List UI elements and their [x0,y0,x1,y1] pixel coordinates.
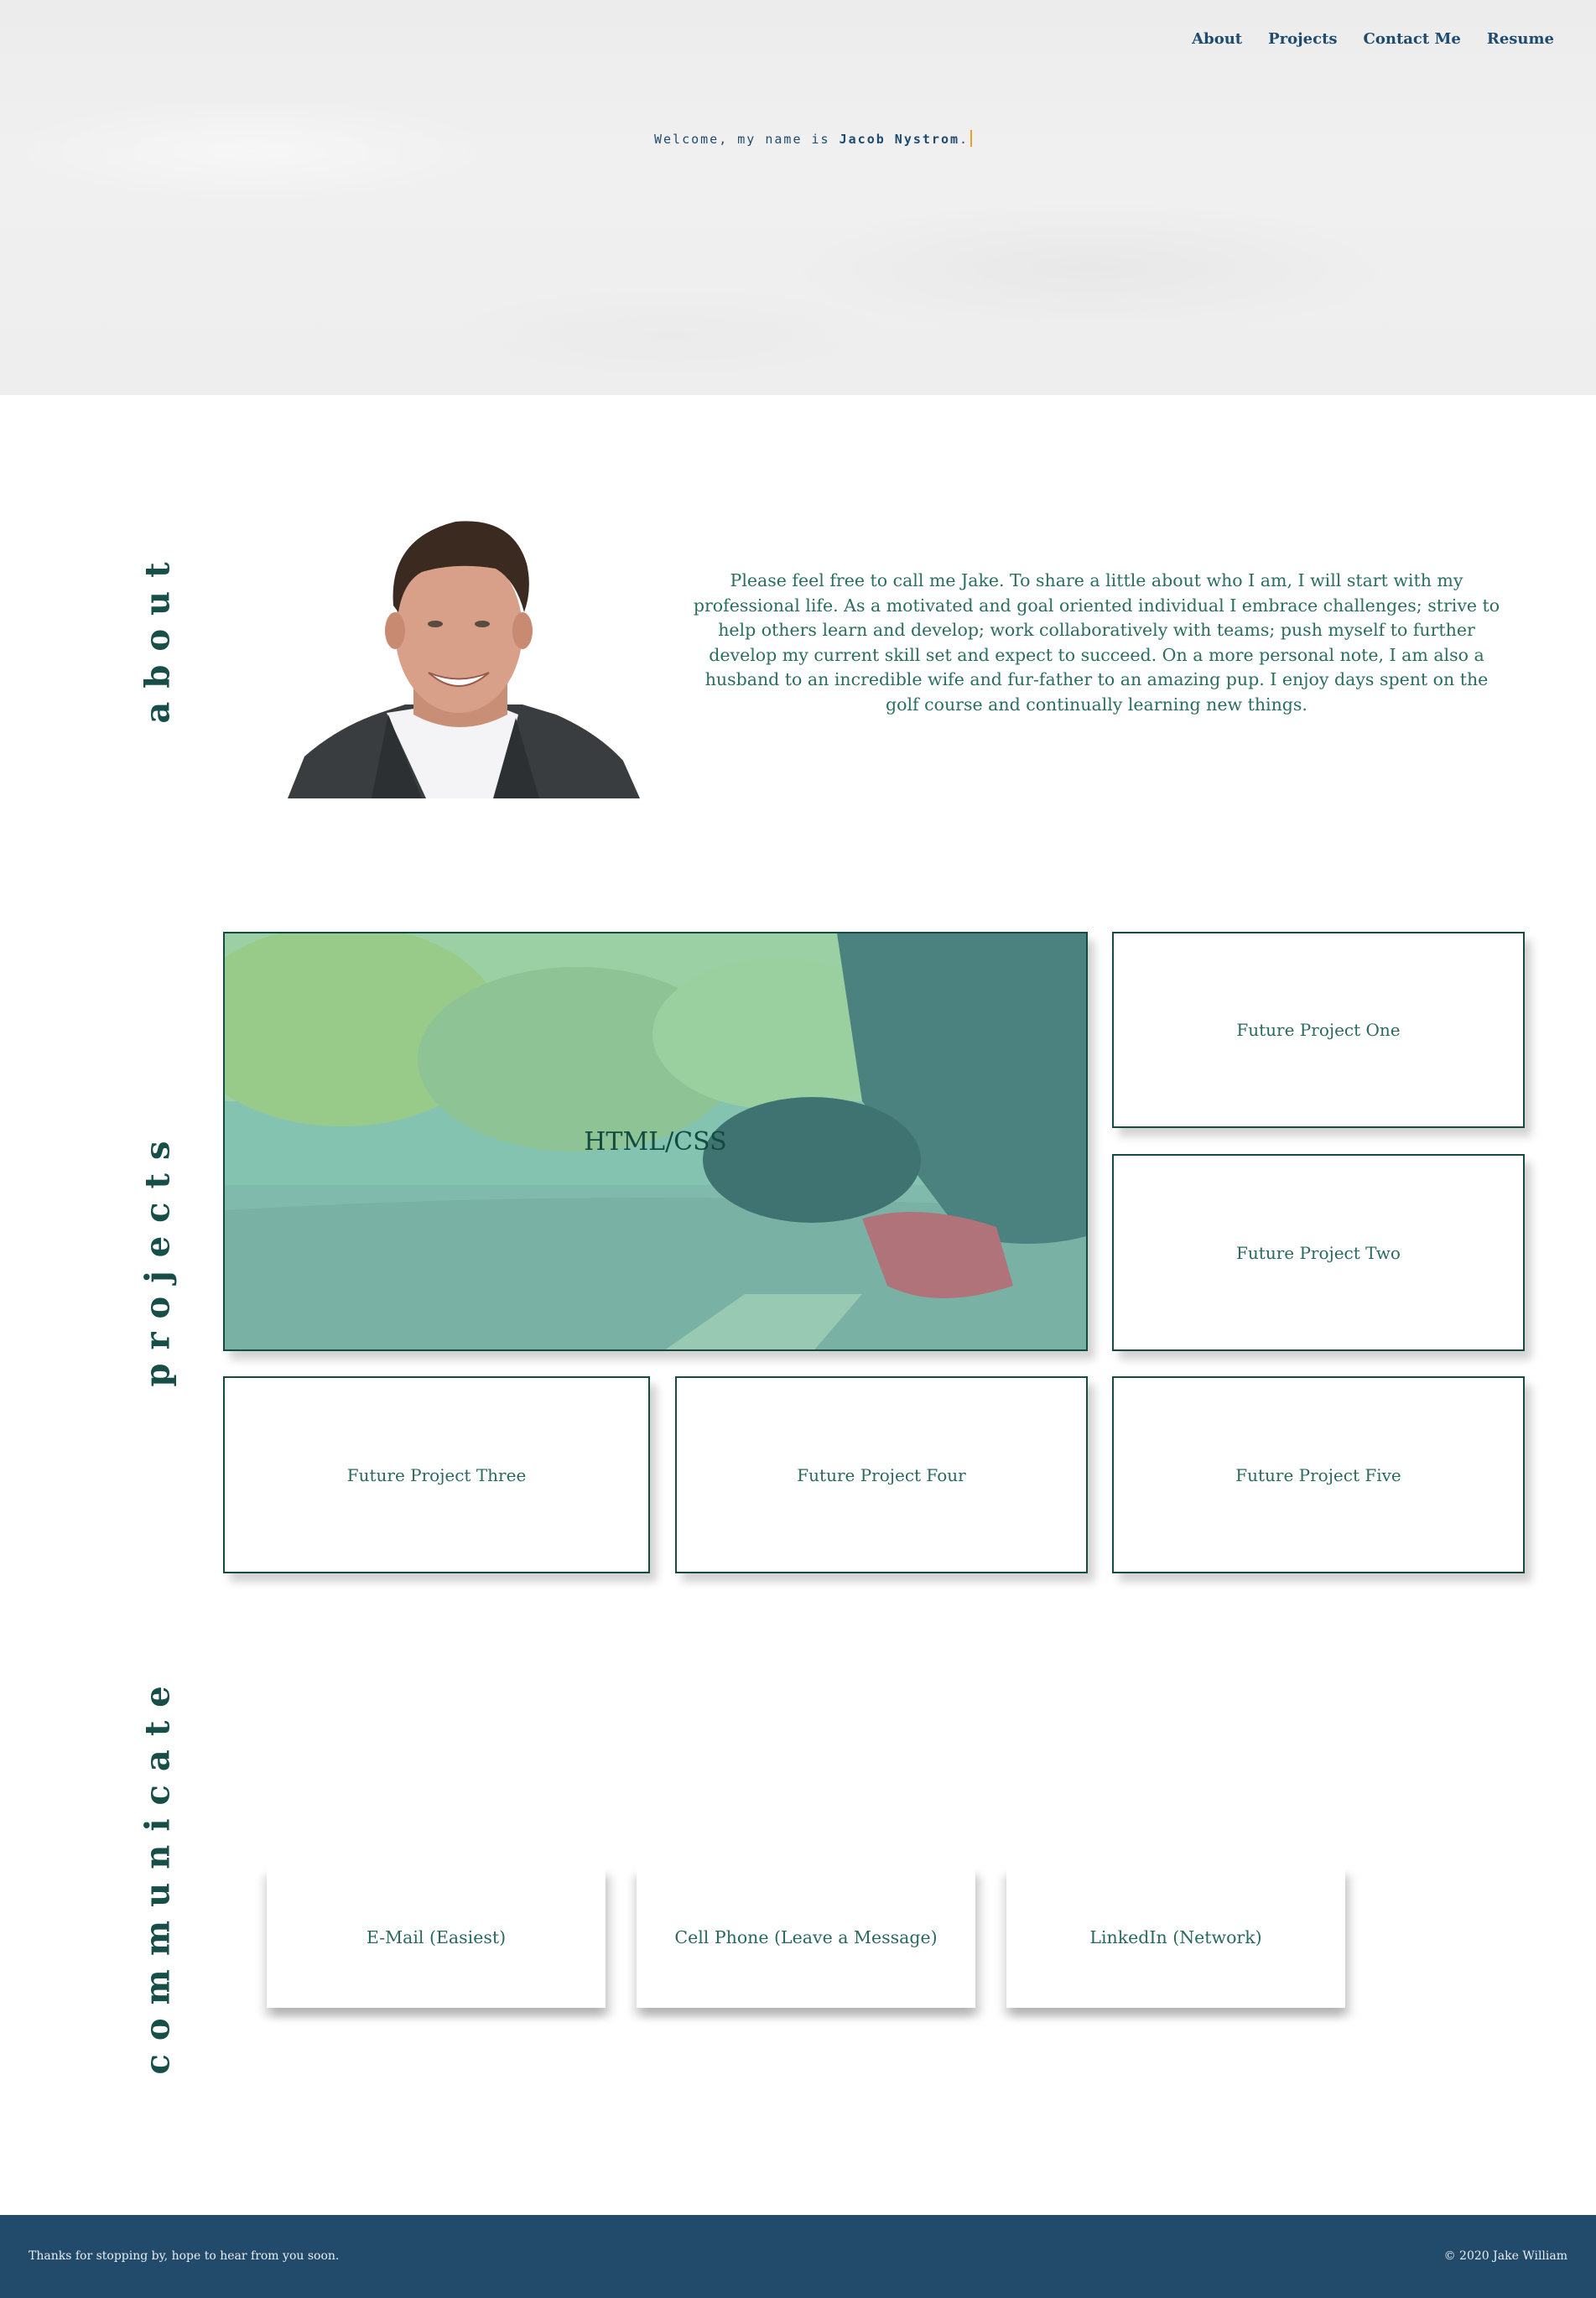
project-title-five: Future Project Five [1235,1464,1401,1485]
project-card-five[interactable]: Future Project Five [1112,1376,1525,1573]
nav-resume-link[interactable]: Resume [1487,30,1554,48]
contact-linkedin-label: LinkedIn (Network) [1089,1927,1262,1947]
contact-phone-button[interactable]: Cell Phone (Leave a Message) [637,1867,975,2008]
hero-banner: About Projects Contact Me Resume Welcome… [0,0,1596,395]
footer-copyright: © 2020 Jake William [1443,2249,1567,2263]
footer: Thanks for stopping by, hope to hear fro… [0,2215,1596,2298]
profile-photo [288,521,640,798]
project-card-three[interactable]: Future Project Three [223,1376,650,1573]
nav-about-link[interactable]: About [1192,30,1242,48]
welcome-prefix: Welcome, my name is [654,132,840,147]
section-title-projects: projects [138,1127,178,1387]
project-title-html-css: HTML/CSS [584,1126,727,1157]
project-card-two[interactable]: Future Project Two [1112,1154,1525,1351]
about-description: Please feel free to call me Jake. To sha… [693,570,1500,715]
top-nav: About Projects Contact Me Resume [1192,30,1554,48]
project-card-html-css[interactable]: HTML/CSS [223,932,1088,1351]
nav-projects-link[interactable]: Projects [1268,30,1337,48]
project-title-two: Future Project Two [1236,1242,1401,1263]
section-title-about: about [138,549,178,724]
footer-message: Thanks for stopping by, hope to hear fro… [29,2249,340,2263]
section-title-communicate: communicate [138,1672,178,2075]
project-card-four[interactable]: Future Project Four [675,1376,1088,1573]
project-title-four: Future Project Four [797,1464,966,1485]
welcome-message: Welcome, my name is Jacob Nystrom. [654,130,973,147]
contact-email-label: E-Mail (Easiest) [366,1927,507,1947]
project-title-three: Future Project Three [346,1464,527,1485]
contact-email-button[interactable]: E-Mail (Easiest) [267,1867,606,2008]
welcome-suffix: . [959,132,970,147]
nav-contact-link[interactable]: Contact Me [1364,30,1461,48]
typing-caret [970,130,973,147]
project-card-one[interactable]: Future Project One [1112,932,1525,1128]
project-title-one: Future Project One [1236,1020,1401,1040]
contact-linkedin-button[interactable]: LinkedIn (Network) [1006,1867,1345,2008]
contact-phone-label: Cell Phone (Leave a Message) [674,1927,938,1947]
welcome-name: Jacob Nystrom [839,132,960,147]
